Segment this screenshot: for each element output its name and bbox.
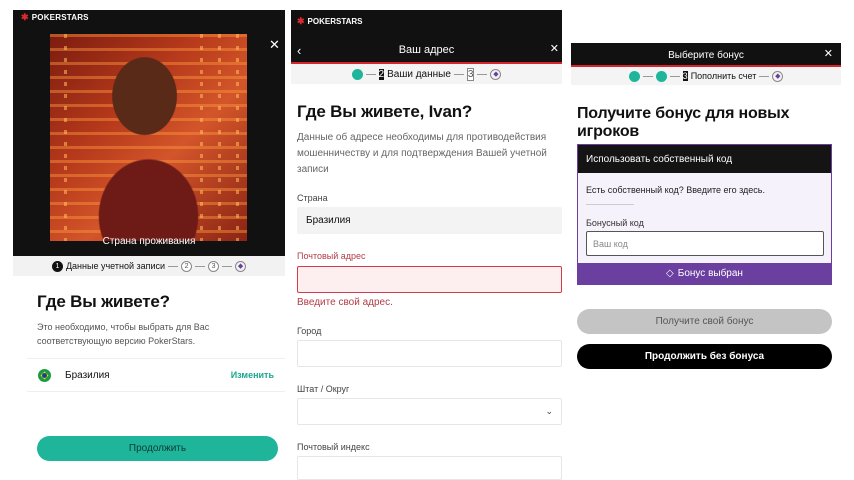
country-field[interactable]: Бразилия bbox=[297, 207, 562, 234]
city-field[interactable] bbox=[297, 340, 562, 367]
progress-steps: 2 Ваши данные 3 ◆ bbox=[291, 64, 562, 84]
step-3-indicator: 3 bbox=[208, 260, 220, 272]
brazil-flag-icon bbox=[38, 368, 51, 382]
get-bonus-button[interactable]: Получите свой бонус bbox=[577, 309, 832, 334]
continue-without-bonus-button[interactable]: Продолжить без бонуса bbox=[577, 344, 832, 369]
step-divider bbox=[365, 73, 376, 75]
brand-logo: ✱ POKERSTARS bbox=[21, 12, 89, 23]
divider bbox=[586, 204, 634, 205]
own-code-header: Использовать собственный код bbox=[578, 145, 831, 173]
page-title: Где Вы живете? bbox=[37, 292, 170, 311]
country-label: Страна bbox=[297, 193, 328, 203]
screenshot-collage: ✱ POKERSTARS ✕ Страна проживания 1 Данны… bbox=[0, 0, 854, 480]
country-select-screen: ✱ POKERSTARS ✕ Страна проживания 1 Данны… bbox=[13, 10, 285, 480]
page-description: Данные об адресе необходимы для противод… bbox=[297, 132, 547, 175]
brand-name: POKERSTARS bbox=[31, 13, 89, 22]
header: ✱ POKERSTARS ‹ Ваш адрес ✕ bbox=[291, 10, 562, 64]
step-1-indicator: 1 bbox=[51, 260, 63, 272]
own-code-card: Использовать собственный код Есть собств… bbox=[577, 144, 832, 285]
hero-pattern bbox=[64, 34, 67, 241]
own-code-question: Есть собственный код? Введите его здесь. bbox=[586, 185, 765, 195]
brand-logo: ✱ POKERSTARS bbox=[297, 16, 363, 27]
step-3-label: Пополнить счет bbox=[690, 71, 757, 81]
email-label: Почтовый адрес bbox=[297, 251, 366, 261]
header: Выберите бонус ✕ bbox=[571, 43, 841, 67]
chevron-down-icon: ⌄ bbox=[545, 406, 553, 416]
city-label: Город bbox=[297, 326, 322, 336]
diamond-icon: ◆ bbox=[235, 260, 247, 272]
diamond-icon: ◆ bbox=[772, 70, 784, 82]
page-title: Где Вы живете, Ivan? bbox=[297, 102, 473, 121]
step-divider bbox=[453, 73, 464, 75]
step-3-indicator: 3 bbox=[682, 71, 688, 81]
step-2-indicator: 2 bbox=[181, 260, 193, 272]
diamond-icon: ◆ bbox=[490, 68, 502, 80]
step-1-label: Данные учетной записи bbox=[65, 261, 166, 271]
hero-pattern bbox=[200, 34, 203, 241]
state-select[interactable]: ⌄ bbox=[297, 398, 562, 425]
step-divider bbox=[759, 75, 770, 77]
step-divider bbox=[669, 75, 680, 77]
country-row: Бразилия Изменить bbox=[27, 358, 285, 392]
selected-country: Бразилия bbox=[65, 369, 110, 381]
pokerstars-logo-icon: ✱ bbox=[21, 12, 29, 22]
step-divider bbox=[222, 265, 233, 267]
bonus-code-input[interactable]: Ваш код bbox=[586, 231, 824, 256]
step-divider bbox=[195, 265, 206, 267]
brand-name: POKERSTARS bbox=[307, 17, 363, 26]
header-title: Выберите бонус bbox=[668, 50, 744, 61]
email-field[interactable] bbox=[297, 266, 562, 293]
step-divider bbox=[477, 73, 488, 75]
bonus-selected-button[interactable]: ◇ Бонус выбран bbox=[578, 263, 831, 284]
close-icon[interactable]: ✕ bbox=[269, 38, 280, 51]
step-divider bbox=[168, 265, 179, 267]
close-icon[interactable]: ✕ bbox=[550, 44, 559, 55]
check-icon bbox=[351, 68, 363, 80]
continue-button[interactable]: Продолжить bbox=[37, 436, 278, 461]
change-country-link[interactable]: Изменить bbox=[231, 370, 274, 380]
bonus-screen: Выберите бонус ✕ 3 Пополнить счет ◆ Полу… bbox=[571, 43, 841, 373]
close-icon[interactable]: ✕ bbox=[824, 49, 833, 60]
bonus-code-label: Бонусный код bbox=[586, 218, 644, 228]
check-icon bbox=[655, 70, 667, 82]
progress-steps: 1 Данные учетной записи 2 3 ◆ bbox=[13, 256, 285, 276]
pokerstars-logo-icon: ✱ bbox=[297, 16, 305, 26]
step-2-indicator: 2 bbox=[378, 68, 385, 80]
hero-image bbox=[50, 34, 247, 241]
diamond-icon: ◇ bbox=[666, 268, 674, 279]
step-2-label: Ваши данные bbox=[387, 68, 451, 80]
step-divider bbox=[642, 75, 653, 77]
bonus-selected-label: Бонус выбран bbox=[677, 268, 743, 279]
hero-pattern bbox=[236, 34, 239, 241]
address-screen: ✱ POKERSTARS ‹ Ваш адрес ✕ 2 Ваши данные… bbox=[291, 10, 562, 480]
state-label: Штат / Округ bbox=[297, 384, 350, 394]
progress-steps: 3 Пополнить счет ◆ bbox=[571, 67, 841, 85]
email-error-message: Введите свой адрес. bbox=[297, 297, 393, 308]
step-3-indicator: 3 bbox=[466, 67, 475, 81]
page-subtitle: Это необходимо, чтобы выбрать для Вас со… bbox=[37, 322, 210, 346]
hero-pattern bbox=[218, 34, 221, 241]
zip-label: Почтовый индекс bbox=[297, 442, 370, 452]
check-icon bbox=[628, 70, 640, 82]
header-title: Ваш адрес bbox=[398, 44, 455, 56]
hero-caption: Страна проживания bbox=[102, 236, 196, 247]
page-title: Получите бонус для новых игроков bbox=[577, 105, 790, 140]
hero-section: ✱ POKERSTARS ✕ Страна проживания bbox=[13, 10, 285, 256]
zip-field[interactable] bbox=[297, 456, 562, 480]
